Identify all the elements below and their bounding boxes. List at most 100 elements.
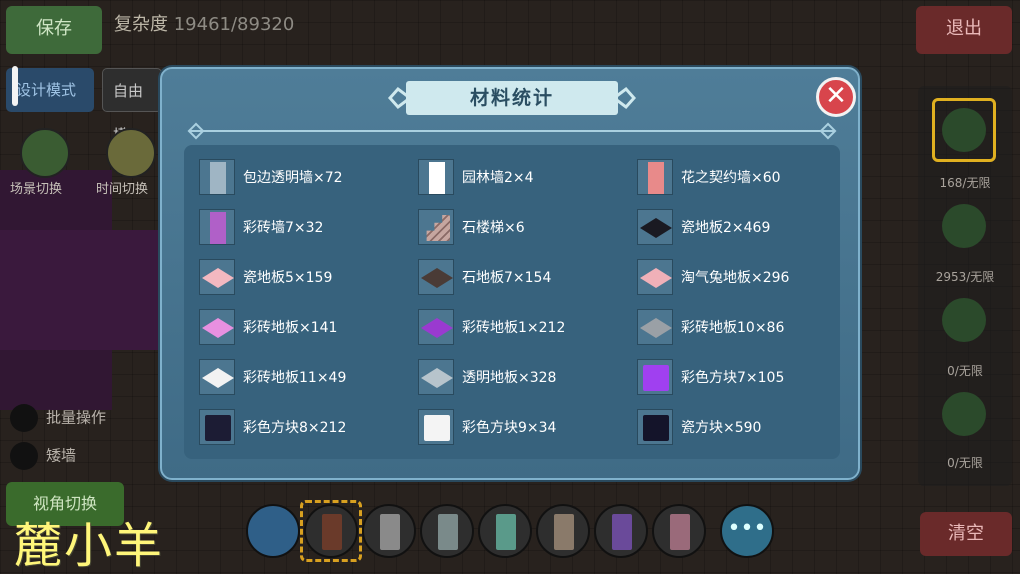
batch-op-label: 批量操作 bbox=[46, 408, 107, 427]
material-item: 彩砖地板×141 bbox=[199, 307, 404, 347]
hotbar-slot[interactable] bbox=[478, 504, 532, 558]
category-count: 0/无限 bbox=[947, 456, 983, 470]
material-label: 透明地板×328 bbox=[462, 370, 557, 386]
stone-floor-icon bbox=[418, 259, 454, 295]
material-item: 包边透明墙×72 bbox=[199, 157, 404, 197]
wall-block-icon bbox=[612, 514, 632, 550]
color-cube-white-icon bbox=[418, 409, 454, 445]
material-item: 石楼梯×6 bbox=[418, 207, 623, 247]
bunny-floor-icon bbox=[637, 259, 673, 295]
close-button[interactable]: ✕ bbox=[816, 77, 856, 117]
material-item: 彩色方块9×34 bbox=[418, 407, 623, 447]
wall-block-icon bbox=[380, 514, 400, 550]
clear-button[interactable]: 清空 bbox=[920, 512, 1012, 556]
hotbar-slot[interactable] bbox=[536, 504, 590, 558]
material-item: 石地板7×154 bbox=[418, 257, 623, 297]
material-item: 彩色方块7×105 bbox=[637, 357, 842, 397]
material-shape bbox=[202, 318, 234, 338]
material-shape bbox=[424, 215, 450, 241]
time-switch-label: 时间切换 bbox=[96, 182, 149, 197]
garden-wall-icon bbox=[418, 159, 454, 195]
complexity-value: 19461/89320 bbox=[173, 14, 295, 35]
hotbar-slot[interactable] bbox=[594, 504, 648, 558]
material-shape bbox=[640, 268, 672, 288]
material-shape bbox=[421, 318, 453, 338]
material-item: 彩色方块8×212 bbox=[199, 407, 404, 447]
color-brick-wall-icon bbox=[199, 209, 235, 245]
material-shape bbox=[640, 318, 672, 338]
time-switch-icon[interactable] bbox=[106, 128, 156, 178]
material-shape bbox=[643, 365, 669, 391]
material-label: 包边透明墙×72 bbox=[243, 170, 343, 186]
design-mode-tab[interactable]: 设计模式 bbox=[6, 68, 94, 112]
category-door-icon[interactable] bbox=[942, 298, 986, 342]
short-wall-toggle[interactable]: 矮墙 bbox=[10, 442, 76, 470]
category-count: 2953/无限 bbox=[935, 270, 995, 284]
category-count: 168/无限 bbox=[939, 176, 991, 190]
material-item: 彩砖地板1×212 bbox=[418, 307, 623, 347]
material-label: 淘气兔地板×296 bbox=[681, 270, 790, 286]
watermark-text: 麓小羊 bbox=[14, 518, 165, 574]
material-item: 淘气兔地板×296 bbox=[637, 257, 842, 297]
batch-op-toggle[interactable]: 批量操作 bbox=[10, 404, 106, 432]
material-item: 彩砖墙7×32 bbox=[199, 207, 404, 247]
complexity-indicator: 复杂度 19461/89320 bbox=[114, 10, 294, 36]
dialog-title: 材料统计 bbox=[406, 81, 618, 115]
material-list: 包边透明墙×72 园林墙2×4 花之契约墙×60 彩砖墙7×32 石楼梯×6 瓷地板2×4… bbox=[184, 145, 840, 459]
toggle-dot bbox=[10, 442, 38, 470]
handle-bar[interactable] bbox=[12, 66, 18, 106]
hotbar-slot[interactable] bbox=[362, 504, 416, 558]
complexity-label: 复杂度 bbox=[114, 14, 168, 35]
exit-button[interactable]: 退出 bbox=[916, 6, 1012, 54]
material-shape bbox=[202, 268, 234, 288]
right-category-panel: 168/无限 2953/无限 0/无限 0/无限 bbox=[918, 86, 1012, 486]
hotbar-slot[interactable] bbox=[304, 504, 358, 558]
material-label: 石楼梯×6 bbox=[462, 220, 525, 236]
category-wall-icon[interactable] bbox=[942, 108, 986, 152]
material-shape bbox=[210, 212, 226, 244]
color-brick-floor-pink-icon bbox=[199, 309, 235, 345]
material-item: 瓷方块×590 bbox=[637, 407, 842, 447]
material-label: 石地板7×154 bbox=[462, 270, 552, 286]
category-floor-icon[interactable] bbox=[942, 204, 986, 248]
material-label: 彩砖地板11×49 bbox=[243, 370, 347, 386]
material-label: 瓷地板5×159 bbox=[243, 270, 333, 286]
material-shape bbox=[421, 368, 453, 388]
hotbar-slot[interactable] bbox=[652, 504, 706, 558]
free-mode-tab[interactable]: 自由模 bbox=[102, 68, 162, 144]
material-item: 花之契约墙×60 bbox=[637, 157, 842, 197]
material-item: 彩砖地板11×49 bbox=[199, 357, 404, 397]
material-label: 彩色方块7×105 bbox=[681, 370, 785, 386]
scene-switch-label: 场景切换 bbox=[10, 182, 63, 197]
category-stairs-icon[interactable] bbox=[942, 392, 986, 436]
eraser-icon[interactable] bbox=[246, 504, 300, 558]
material-shape bbox=[202, 368, 234, 388]
material-label: 彩砖地板×141 bbox=[243, 320, 338, 336]
wall-block-icon bbox=[322, 514, 342, 550]
porcelain-floor-dark-icon bbox=[637, 209, 673, 245]
color-brick-floor-gray-icon bbox=[637, 309, 673, 345]
material-shape bbox=[648, 162, 664, 194]
scene-switch-icon[interactable] bbox=[20, 128, 70, 178]
clear-wall-icon bbox=[199, 159, 235, 195]
material-shape bbox=[643, 415, 669, 441]
category-count: 0/无限 bbox=[947, 364, 983, 378]
short-wall-label: 矮墙 bbox=[46, 446, 77, 465]
material-label: 彩砖地板10×86 bbox=[681, 320, 785, 336]
material-label: 瓷方块×590 bbox=[681, 420, 762, 436]
material-item: 瓷地板5×159 bbox=[199, 257, 404, 297]
hotbar-slot[interactable] bbox=[420, 504, 474, 558]
porcelain-cube-icon bbox=[637, 409, 673, 445]
save-button[interactable]: 保存 bbox=[6, 6, 102, 54]
material-stats-dialog: 材料统计 ✕ 包边透明墙×72 园林墙2×4 花之契约墙×60 彩砖墙7×32 石楼梯×… bbox=[160, 67, 860, 480]
porcelain-floor-pink-icon bbox=[199, 259, 235, 295]
material-shape bbox=[205, 415, 231, 441]
toggle-dot bbox=[10, 404, 38, 432]
material-item: 透明地板×328 bbox=[418, 357, 623, 397]
material-shape bbox=[424, 415, 450, 441]
divider-cap bbox=[819, 122, 837, 140]
wall-block-icon bbox=[554, 514, 574, 550]
material-label: 彩砖墙7×32 bbox=[243, 220, 324, 236]
more-button[interactable]: ••• bbox=[720, 504, 774, 558]
clear-floor-icon bbox=[418, 359, 454, 395]
